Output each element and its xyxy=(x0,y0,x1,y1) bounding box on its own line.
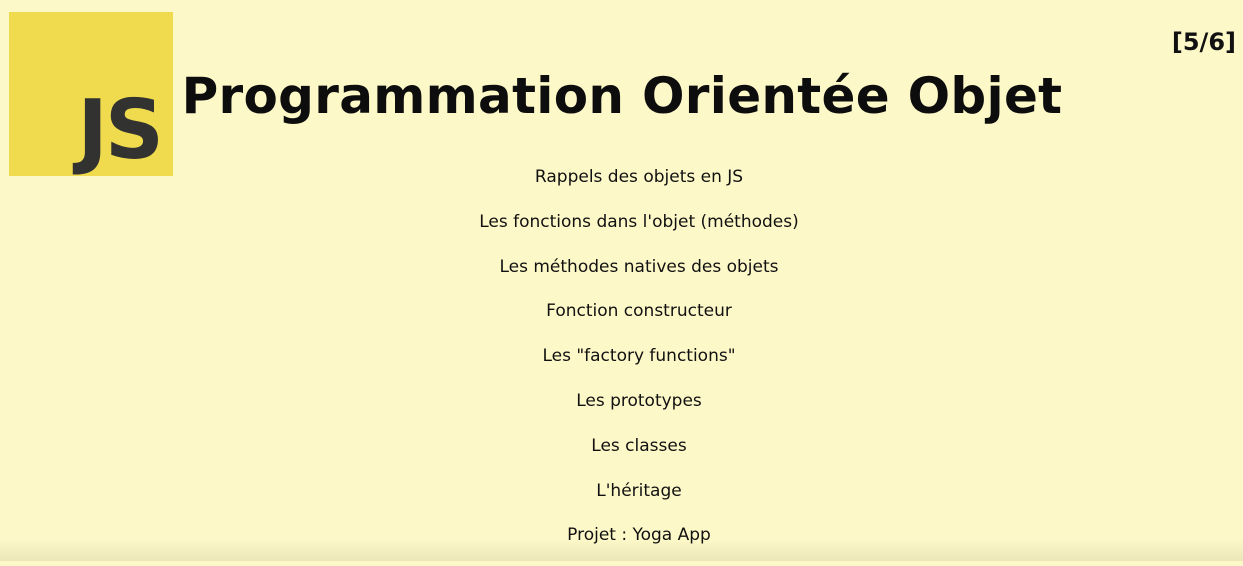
topic-item: L'héritage xyxy=(596,480,682,501)
topic-item: Les méthodes natives des objets xyxy=(499,256,779,277)
topic-item: Les fonctions dans l'objet (méthodes) xyxy=(479,211,799,232)
bottom-shadow xyxy=(0,539,1243,561)
slide-counter: [5/6] xyxy=(1171,28,1236,56)
topic-item: Les prototypes xyxy=(576,390,702,411)
topic-list: Rappels des objets en JS Les fonctions d… xyxy=(0,163,1243,566)
topic-item: Les classes xyxy=(591,435,687,456)
topic-item: Fonction constructeur xyxy=(546,301,732,322)
slide-title: Programmation Orientée Objet xyxy=(181,67,1063,125)
topic-item: Les "factory functions" xyxy=(542,346,736,367)
topic-item: Rappels des objets en JS xyxy=(534,167,744,187)
